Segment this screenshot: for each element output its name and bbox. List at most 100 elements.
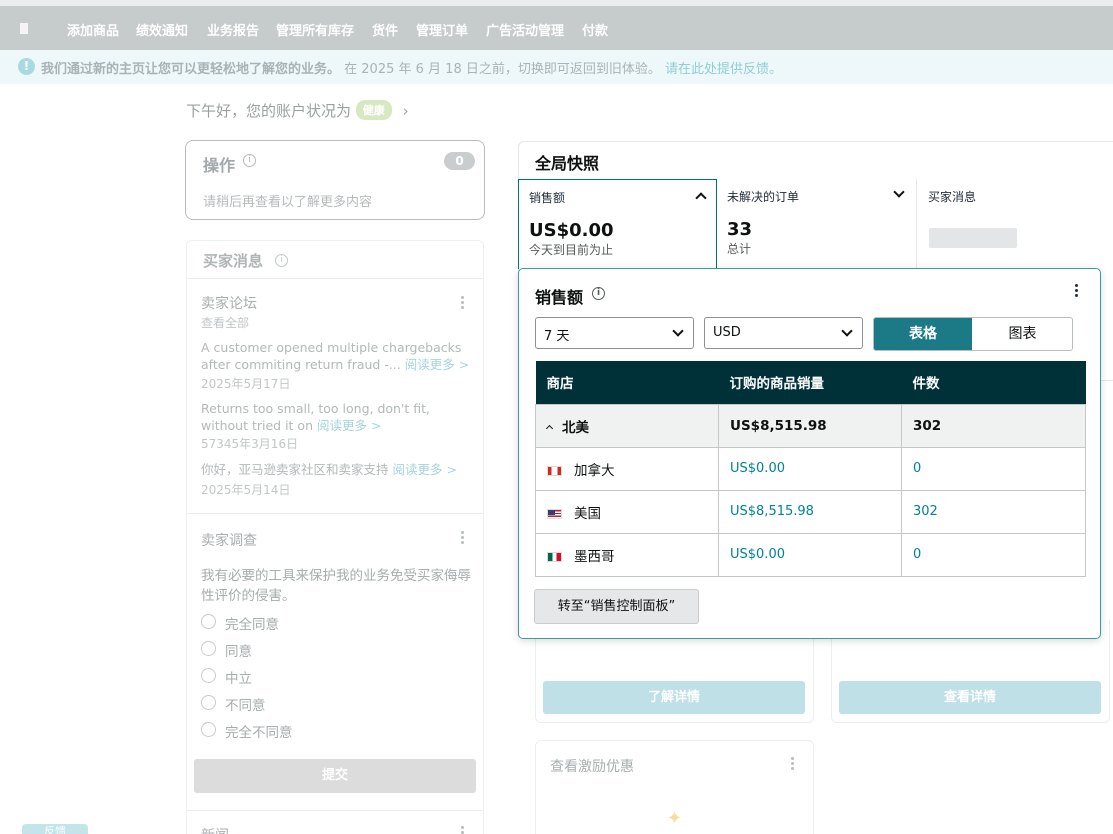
- actions-count-badge: 0: [444, 152, 475, 170]
- survey-question: 我有必要的工具来保护我的业务免受买家侮辱性评价的侵害。: [201, 568, 471, 604]
- table-view-button[interactable]: 表格: [874, 318, 972, 350]
- greeting-text: 下午好，您的账户状况为: [186, 102, 352, 120]
- forum-title: 卖家论坛: [201, 296, 257, 312]
- column-header-store: 商店: [535, 361, 719, 404]
- sales-cell: US$0.00: [718, 446, 902, 491]
- info-icon[interactable]: i: [592, 287, 605, 300]
- more-options-icon[interactable]: [461, 826, 465, 834]
- radio-label: 不同意: [225, 698, 266, 714]
- nav-campaign-manager[interactable]: 广告活动管理: [486, 20, 564, 39]
- store-name: 美国: [574, 505, 601, 522]
- ca-flag-icon: [547, 465, 562, 476]
- banner-text: 我们通过新的主页让您可以更轻松地了解您的业务。 在 2025 年 6 月 18 …: [41, 58, 782, 77]
- radio-label: 中立: [225, 671, 252, 687]
- table-row-north-america[interactable]: 北美 US$8,515.98 302: [535, 403, 1086, 448]
- forum-post-text: Returns too small, too long, don't fit, …: [201, 401, 431, 433]
- sales-popup-title: 销售额: [535, 288, 584, 307]
- banner-body-text: 在 2025 年 6 月 18 日之前，切换即可返回到旧体验。: [344, 62, 661, 77]
- actions-card: 操作 i 0 请稍后再查看以了解更多内容: [185, 140, 485, 220]
- radio-label: 完全同意: [225, 617, 279, 633]
- bookmark-icon[interactable]: [20, 23, 28, 34]
- divider: [187, 810, 483, 811]
- tile-label: 未解决的订单: [727, 190, 800, 204]
- chevron-down-icon: [672, 325, 684, 337]
- nav-manage-inventory[interactable]: 管理所有库存: [276, 20, 354, 39]
- read-more-link[interactable]: 阅读更多 >: [317, 418, 381, 433]
- survey-title: 卖家调查: [201, 533, 257, 549]
- tile-label: 买家消息: [928, 190, 977, 204]
- radio-disagree[interactable]: [201, 695, 216, 710]
- view-details-button[interactable]: 查看详情: [839, 681, 1101, 714]
- currency-select-value: USD: [713, 325, 741, 340]
- nav-shipments[interactable]: 货件: [372, 20, 398, 39]
- read-more-link[interactable]: 阅读更多 >: [393, 462, 457, 477]
- store-cell: 加拿大: [535, 446, 719, 491]
- nav-add-product[interactable]: 添加商品: [67, 20, 119, 39]
- units-cell: 0: [901, 532, 1086, 577]
- sales-table: 商店 订购的商品销量 件数 北美 US$8,515.98 302 加拿大 US$…: [535, 361, 1086, 577]
- store-name: 加拿大: [574, 462, 615, 479]
- sales-tile[interactable]: 销售额 US$0.00 今天到目前为止: [518, 179, 717, 269]
- feedback-tab[interactable]: 反馈: [22, 824, 88, 834]
- currency-select[interactable]: USD: [704, 317, 863, 349]
- radio-label: 完全不同意: [225, 725, 293, 741]
- units-cell: 0: [901, 446, 1086, 491]
- table-row: 加拿大 US$0.00 0: [535, 446, 1086, 491]
- go-to-sales-dashboard-button[interactable]: 转至“销售控制面板”: [534, 589, 699, 624]
- more-options-icon[interactable]: [1075, 284, 1079, 299]
- survey-submit-button[interactable]: 提交: [194, 759, 476, 793]
- global-snapshot-title: 全局快照: [535, 154, 600, 173]
- nav-payments[interactable]: 付款: [582, 20, 608, 39]
- table-row: 美国 US$8,515.98 302: [535, 489, 1086, 534]
- info-icon[interactable]: i: [275, 254, 288, 267]
- table-header-row: 商店 订购的商品销量 件数: [535, 361, 1086, 404]
- tile-caption: 今天到目前为止: [529, 243, 614, 257]
- buyer-messages-tile[interactable]: 买家消息: [918, 179, 1113, 269]
- store-cell: 美国: [535, 489, 719, 534]
- store-cell: 北美: [535, 403, 719, 448]
- mx-flag-icon: [547, 551, 562, 562]
- chevron-up-icon[interactable]: [545, 424, 554, 432]
- sales-cell: US$0.00: [718, 532, 902, 577]
- account-status-badge: 健康: [355, 100, 392, 120]
- read-more-link[interactable]: 阅读更多 >: [405, 357, 469, 372]
- feedback-link[interactable]: 请在此处提供反馈。: [665, 62, 782, 77]
- loading-placeholder: [929, 228, 1017, 248]
- nav-manage-orders[interactable]: 管理订单: [416, 20, 468, 39]
- banner-bold-text: 我们通过新的主页让您可以更轻松地了解您的业务。: [41, 62, 341, 77]
- account-health-greeting[interactable]: 下午好，您的账户状况为 健康 ›: [186, 100, 409, 121]
- actions-title: 操作: [203, 156, 236, 175]
- sales-popup: 销售额 i 7 天 USD 表格 图表 商店 订购的商品销量 件数 北美 US$…: [518, 268, 1101, 639]
- nav-performance-notifications[interactable]: 绩效通知: [136, 20, 188, 39]
- period-select-value: 7 天: [544, 329, 570, 344]
- info-icon[interactable]: i: [243, 154, 256, 167]
- table-row: 墨西哥 US$0.00 0: [535, 532, 1086, 577]
- radio-strongly-disagree[interactable]: [201, 722, 216, 737]
- units-cell: 302: [901, 403, 1086, 448]
- chevron-right-icon: ›: [402, 102, 409, 120]
- forum-post[interactable]: A customer opened multiple chargebacks a…: [201, 339, 473, 373]
- learn-more-button[interactable]: 了解详情: [543, 681, 805, 714]
- radio-strongly-agree[interactable]: [201, 614, 216, 629]
- open-orders-tile[interactable]: 未解决的订单 33 总计: [717, 179, 917, 269]
- news-title: 新闻: [201, 825, 229, 834]
- nav-business-reports[interactable]: 业务报告: [207, 20, 259, 39]
- chevron-down-icon: [893, 186, 905, 198]
- forum-post[interactable]: 你好，亚马逊卖家社区和卖家支持 阅读更多 >: [201, 461, 473, 478]
- period-select[interactable]: 7 天: [535, 317, 694, 349]
- more-options-icon[interactable]: [461, 531, 465, 546]
- more-options-icon[interactable]: [461, 296, 465, 311]
- sales-cell: US$8,515.98: [718, 489, 902, 534]
- top-nav: 添加商品 绩效通知 业务报告 管理所有库存 货件 管理订单 广告活动管理 付款: [0, 0, 1113, 50]
- forum-view-all-link[interactable]: 查看全部: [201, 314, 249, 331]
- store-name: 北美: [562, 419, 589, 436]
- chart-view-button[interactable]: 图表: [973, 318, 1072, 350]
- tile-value: 33: [727, 219, 753, 240]
- forum-post[interactable]: Returns too small, too long, don't fit, …: [201, 400, 473, 434]
- radio-agree[interactable]: [201, 641, 216, 656]
- more-options-icon[interactable]: [791, 757, 795, 772]
- info-banner: ! 我们通过新的主页让您可以更轻松地了解您的业务。 在 2025 年 6 月 1…: [0, 50, 1113, 84]
- chevron-down-icon: [841, 325, 853, 337]
- incentives-title: 查看激励优惠: [550, 759, 634, 775]
- radio-neutral[interactable]: [201, 668, 216, 683]
